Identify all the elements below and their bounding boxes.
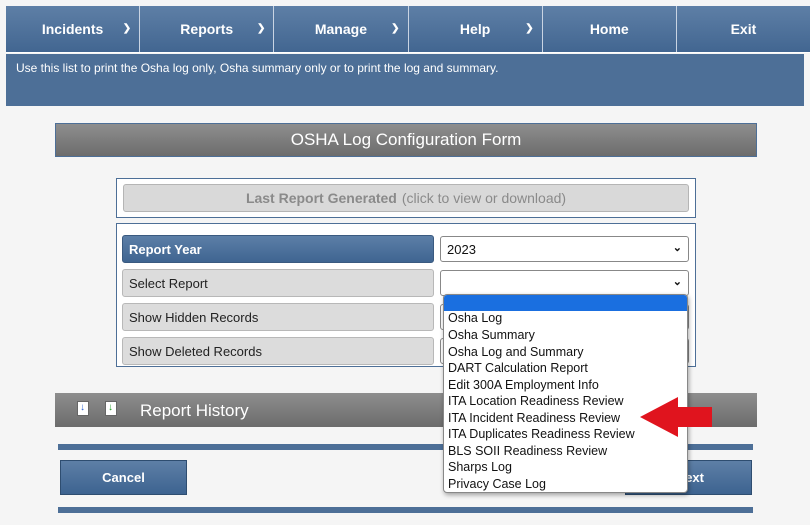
select-report-label: Select Report [122, 269, 434, 297]
nav-exit-label: Exit [730, 21, 757, 37]
chevron-down-icon: ❯ [525, 23, 534, 34]
show-hidden-records-label: Show Hidden Records [122, 303, 434, 331]
top-nav: Incidents ❯ Reports ❯ Manage ❯ Help ❯ Home E… [6, 6, 810, 53]
form-title: OSHA Log Configuration Form [55, 123, 757, 157]
nav-manage[interactable]: Manage ❯ [274, 6, 409, 52]
cancel-button[interactable]: Cancel [60, 460, 187, 495]
nav-reports-label: Reports [180, 21, 234, 37]
option-osha-log[interactable]: Osha Log [448, 310, 502, 327]
chevron-down-icon: ❯ [391, 23, 400, 34]
divider-bottom [58, 507, 753, 513]
download-file-icon[interactable]: ↓ [77, 401, 89, 416]
select-report-select[interactable]: ⌄ [440, 270, 689, 296]
dropdown-option-blank[interactable] [444, 295, 687, 311]
report-year-text: Report Year [129, 241, 202, 257]
last-report-label: Last Report Generated [245, 190, 397, 206]
chevron-down-icon: ❯ [256, 23, 266, 34]
report-year-select[interactable]: 2023 ⌄ [440, 236, 689, 262]
option-edit-300a[interactable]: Edit 300A Employment Info [448, 377, 599, 394]
report-year-value: 2023 [447, 241, 476, 257]
select-report-dropdown: Osha Log Osha Summary Osha Log and Summa… [443, 294, 688, 493]
chevron-down-icon: ⌄ [672, 242, 682, 254]
red-arrow-icon [640, 397, 712, 437]
nav-help[interactable]: Help ❯ [408, 6, 543, 52]
nav-help-label: Help [459, 21, 491, 37]
nav-manage-label: Manage [314, 21, 367, 37]
form-title-text: OSHA Log Configuration Form [290, 130, 522, 149]
info-bar: Use this list to print the Osha log only… [6, 54, 804, 106]
nav-reports[interactable]: Reports ❯ [140, 6, 275, 52]
option-privacy-case-log[interactable]: Privacy Case Log [448, 476, 546, 492]
nav-exit[interactable]: Exit [676, 6, 810, 52]
chevron-down-icon: ❯ [122, 23, 132, 34]
select-report-text: Select Report [129, 275, 208, 291]
show-deleted-records-text: Show Deleted Records [129, 343, 262, 359]
last-report-panel: Last Report Generated (click to view or … [116, 178, 696, 218]
option-osha-summary[interactable]: Osha Summary [448, 327, 535, 344]
nav-incidents-label: Incidents [41, 21, 104, 37]
option-dart-calculation[interactable]: DART Calculation Report [448, 360, 588, 377]
report-history-label: Report History [140, 401, 249, 420]
chevron-down-icon: ⌄ [672, 276, 682, 288]
last-report-button[interactable]: Last Report Generated (click to view or … [123, 184, 689, 212]
cancel-button-label: Cancel [102, 470, 145, 485]
next-button-label: ext [685, 470, 704, 485]
option-bls-soii[interactable]: BLS SOII Readiness Review [448, 443, 607, 460]
option-ita-incident[interactable]: ITA Incident Readiness Review [448, 410, 620, 427]
export-file-icon[interactable]: ↓ [105, 401, 117, 416]
option-ita-duplicates[interactable]: ITA Duplicates Readiness Review [448, 426, 635, 443]
nav-incidents[interactable]: Incidents ❯ [6, 6, 141, 52]
report-year-label: Report Year [122, 235, 434, 263]
option-sharps-log[interactable]: Sharps Log [448, 459, 512, 476]
option-ita-location[interactable]: ITA Location Readiness Review [448, 393, 624, 410]
nav-home[interactable]: Home [542, 6, 677, 52]
nav-home-label: Home [589, 21, 629, 37]
info-text: Use this list to print the Osha log only… [16, 61, 499, 75]
show-hidden-records-text: Show Hidden Records [129, 309, 259, 325]
last-report-hint: (click to view or download) [401, 190, 567, 206]
option-osha-log-and-summary[interactable]: Osha Log and Summary [448, 344, 584, 361]
show-deleted-records-label: Show Deleted Records [122, 337, 434, 365]
